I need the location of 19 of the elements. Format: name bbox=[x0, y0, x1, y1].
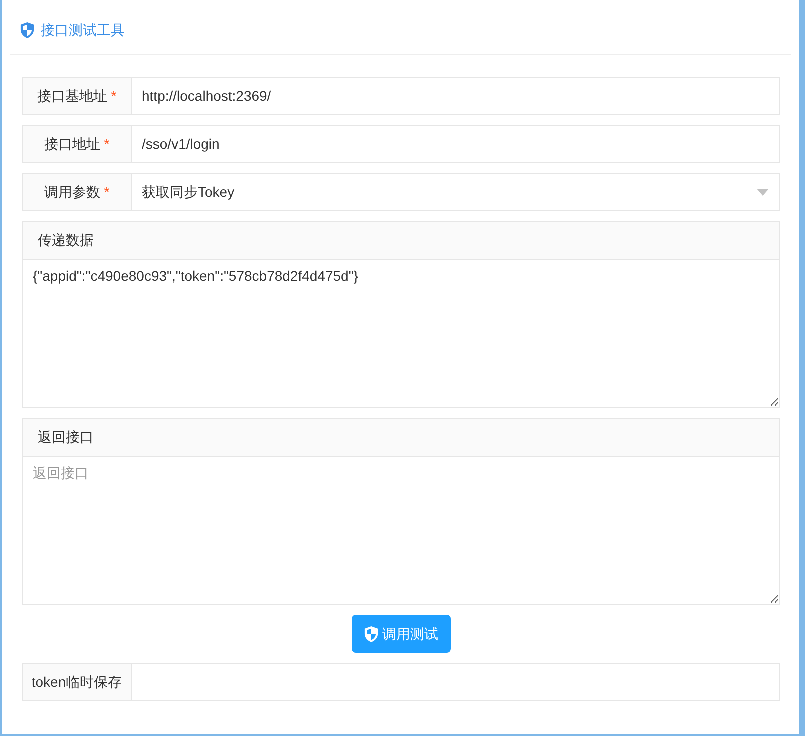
field-label: 调用参数 bbox=[44, 182, 100, 202]
required-mark: * bbox=[104, 182, 110, 202]
shield-icon bbox=[20, 22, 35, 38]
select-field[interactable]: 获取同步Tokey bbox=[132, 173, 780, 211]
field-label: 接口基地址 bbox=[37, 86, 108, 106]
required-mark: * bbox=[104, 134, 110, 154]
page-title: 接口测试工具 bbox=[41, 20, 125, 40]
section-label: 传递数据 bbox=[38, 231, 94, 250]
shield-icon bbox=[364, 626, 378, 642]
text-area[interactable]: {"appid":"c490e80c93","token":"578cb78d2f4d475d"} bbox=[22, 259, 780, 408]
text-input[interactable]: http://localhost:2369/ bbox=[132, 77, 780, 115]
field-label: 接口地址 bbox=[44, 134, 100, 154]
text-input[interactable] bbox=[132, 663, 780, 701]
section-label: 返回接口 bbox=[38, 428, 94, 447]
text-input[interactable]: /sso/v1/login bbox=[132, 125, 780, 163]
text-area[interactable]: 返回接口 bbox=[22, 456, 780, 605]
required-mark: * bbox=[111, 86, 117, 106]
dropdown-caret-icon bbox=[757, 188, 769, 196]
field-label: token临时保存 bbox=[32, 672, 122, 692]
